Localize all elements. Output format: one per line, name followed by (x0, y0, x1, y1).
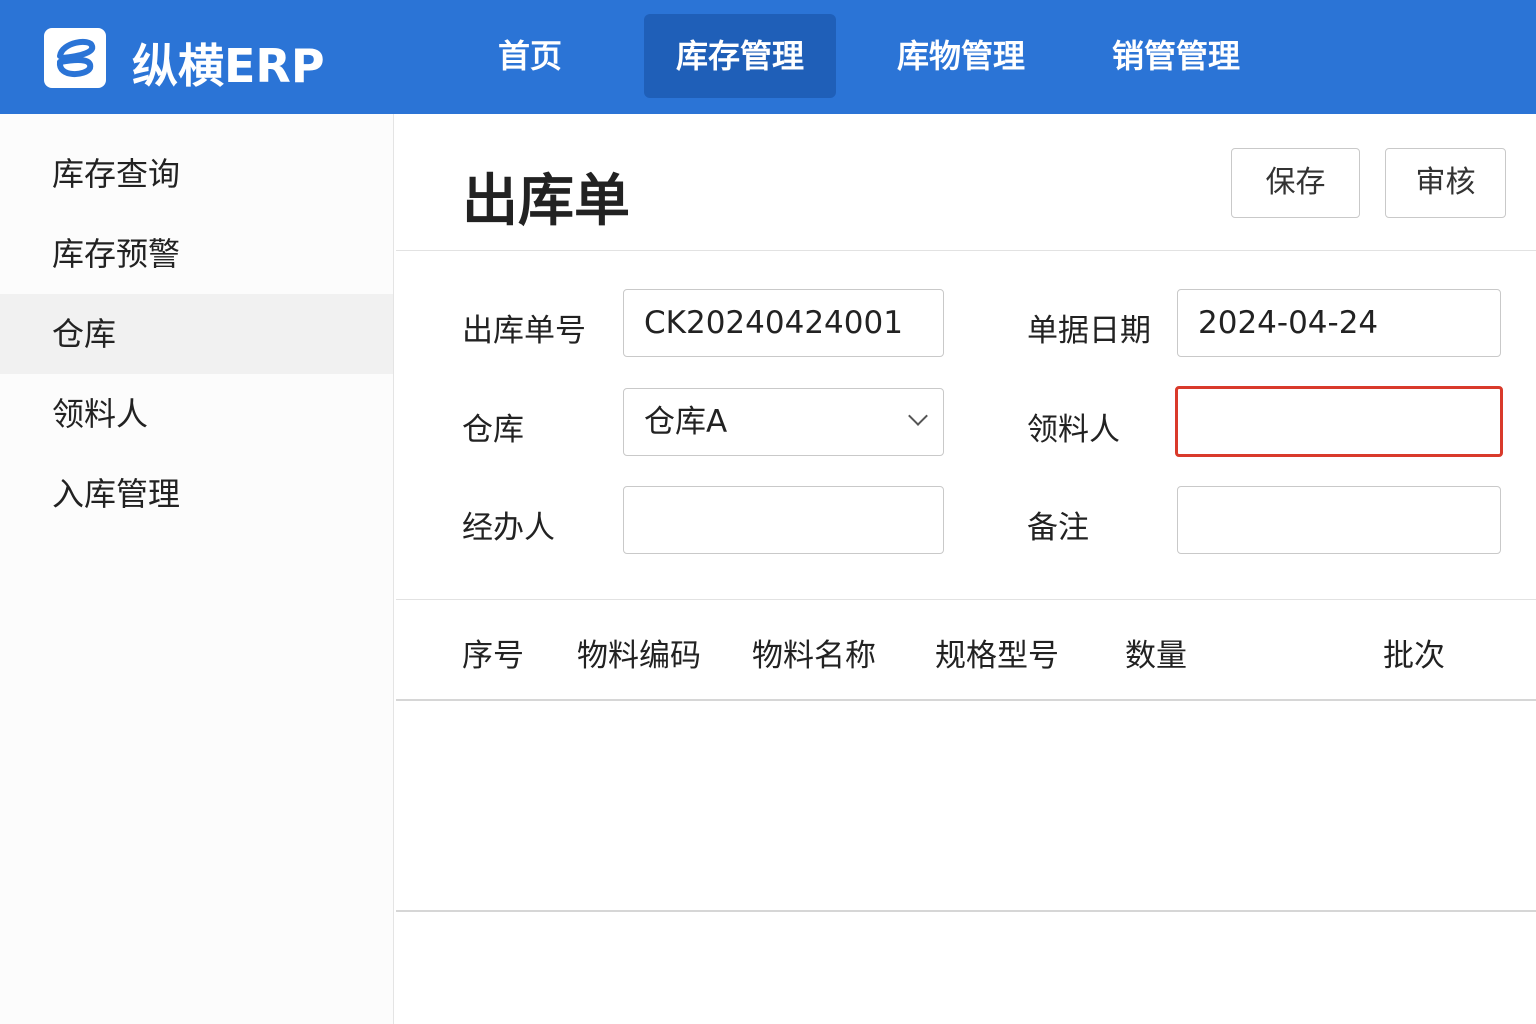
order-no-label: 出库单号 (462, 313, 586, 349)
order-no-input[interactable]: CK20240424001 (623, 289, 944, 357)
warehouse-value: 仓库A (644, 404, 728, 440)
top-bar: 纵横ERP 首页 库存管理 库物管理 销管管理 (0, 0, 1536, 114)
nav-home[interactable]: 首页 (470, 14, 590, 98)
sidebar-item-inbound[interactable]: 入库管理 (0, 454, 393, 534)
warehouse-select[interactable]: 仓库A (623, 388, 944, 456)
logo-icon (44, 28, 106, 88)
remark-input[interactable] (1177, 486, 1501, 554)
handler-label: 经办人 (462, 510, 555, 546)
sidebar-item-stock-query[interactable]: 库存查询 (0, 134, 393, 214)
nav-inventory[interactable]: 库存管理 (644, 14, 836, 98)
sidebar-item-picker[interactable]: 领料人 (0, 374, 393, 454)
column-header-code: 物料编码 (577, 638, 701, 674)
review-button[interactable]: 审核 (1385, 148, 1506, 218)
sidebar-item-warehouse[interactable]: 仓库 (0, 294, 393, 374)
sidebar-item-stock-alert[interactable]: 库存预警 (0, 214, 393, 294)
column-header-spec: 规格型号 (935, 638, 1059, 674)
column-header-name: 物料名称 (752, 638, 876, 674)
page-title: 出库单 (462, 169, 630, 234)
brand-name: 纵横ERP (132, 39, 325, 93)
save-button[interactable]: 保存 (1231, 148, 1360, 218)
nav-sales[interactable]: 销管管理 (1080, 14, 1272, 98)
handler-input[interactable] (623, 486, 944, 554)
column-header-quantity: 数量 (1125, 638, 1187, 674)
picker-label: 领料人 (1027, 412, 1120, 448)
chevron-down-icon (908, 406, 928, 426)
divider (396, 599, 1536, 600)
divider (396, 250, 1536, 251)
table-bottom-divider (396, 910, 1536, 912)
date-label: 单据日期 (1027, 313, 1151, 349)
remark-label: 备注 (1027, 510, 1089, 546)
column-header-index: 序号 (462, 638, 524, 674)
nav-materials[interactable]: 库物管理 (866, 14, 1056, 98)
date-input[interactable]: 2024-04-24 (1177, 289, 1501, 357)
warehouse-label: 仓库 (462, 412, 524, 448)
picker-input[interactable] (1175, 386, 1503, 457)
sidebar: 库存查询 库存预警 仓库 领料人 入库管理 (0, 114, 394, 1024)
column-header-batch: 批次 (1383, 638, 1445, 674)
table-header-divider (396, 699, 1536, 701)
